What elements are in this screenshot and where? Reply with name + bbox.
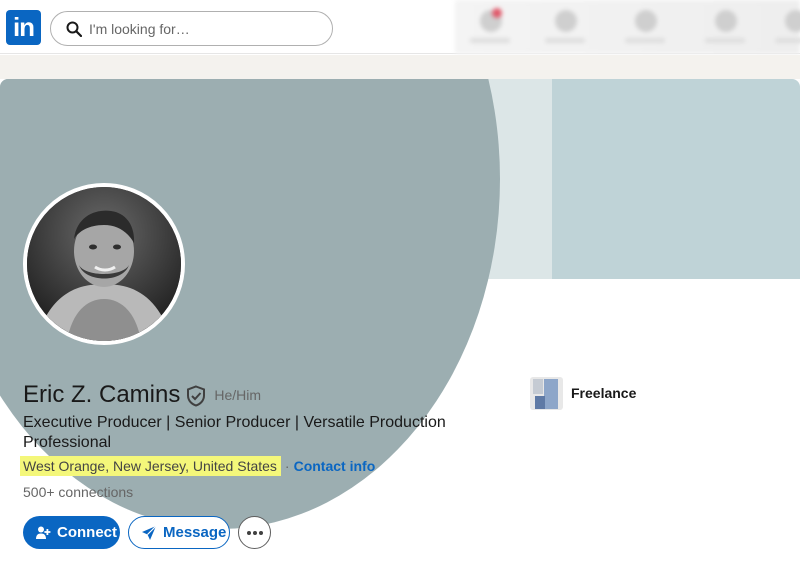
nav-item[interactable]: [545, 8, 585, 44]
name-row: Eric Z. Camins He/Him: [23, 379, 261, 411]
profile-headline: Executive Producer | Senior Producer | V…: [23, 414, 446, 451]
nav-items-blurred: [455, 0, 800, 54]
search-input[interactable]: [89, 18, 319, 40]
message-label: Message: [163, 524, 227, 541]
search-icon: [66, 21, 82, 37]
company-name: Freelance: [571, 385, 637, 401]
pronouns: He/Him: [214, 387, 262, 403]
connections-count: 500+ connections: [23, 484, 134, 500]
notification-badge: [492, 8, 502, 18]
add-person-icon: [35, 525, 51, 541]
profile-name: Eric Z. Camins: [23, 381, 181, 408]
page-background: [0, 55, 800, 79]
contact-info-link[interactable]: Contact info: [294, 458, 376, 474]
send-icon: [141, 525, 157, 541]
profile-location: West Orange, New Jersey, United States: [20, 456, 281, 476]
nav-item[interactable]: [470, 8, 510, 44]
nav-item[interactable]: [625, 8, 665, 44]
location-row: West Orange, New Jersey, United States ·…: [20, 455, 375, 477]
connect-button[interactable]: Connect: [23, 516, 120, 549]
nav-item[interactable]: [705, 8, 745, 44]
current-company[interactable]: Freelance: [530, 376, 636, 410]
nav-item[interactable]: [775, 8, 800, 44]
message-button[interactable]: Message: [128, 516, 230, 549]
connect-label: Connect: [57, 524, 117, 541]
search-bar[interactable]: [50, 11, 333, 46]
profile-photo-image: [27, 187, 181, 341]
profile-actions: Connect Message: [23, 516, 271, 549]
more-actions-button[interactable]: [238, 516, 271, 549]
company-logo: [530, 376, 563, 410]
profile-photo[interactable]: [23, 183, 185, 345]
linkedin-logo[interactable]: in: [6, 10, 41, 45]
profile-card: Eric Z. Camins He/Him Executive Producer…: [0, 79, 800, 568]
separator-dot: ·: [284, 458, 290, 474]
top-navigation: in: [0, 0, 800, 54]
verified-shield-icon[interactable]: [186, 385, 206, 407]
more-horizontal-icon: [246, 530, 263, 535]
